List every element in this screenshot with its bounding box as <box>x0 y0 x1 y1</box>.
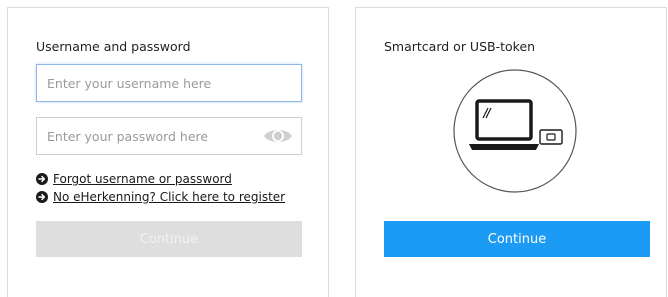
token-panel-title: Smartcard or USB-token <box>384 39 536 54</box>
credentials-panel-title: Username and password <box>36 39 191 54</box>
register-link[interactable]: No eHerkenning? Click here to register <box>53 190 285 204</box>
eye-icon[interactable] <box>263 126 293 146</box>
token-panel: Smartcard or USB-token Continue <box>355 7 667 297</box>
credentials-panel: Username and password Forgot username or… <box>7 7 329 297</box>
continue-button-credentials[interactable]: Continue <box>36 221 302 257</box>
arrow-circle-right-icon <box>36 191 48 203</box>
username-field[interactable] <box>36 64 302 102</box>
continue-button-token[interactable]: Continue <box>384 221 650 257</box>
password-input[interactable] <box>37 118 301 154</box>
laptop-with-smartcard-icon <box>453 69 577 193</box>
arrow-circle-right-icon <box>36 173 48 185</box>
password-field[interactable] <box>36 117 302 155</box>
forgot-credentials-link[interactable]: Forgot username or password <box>53 172 232 186</box>
forgot-credentials-link-row[interactable]: Forgot username or password <box>36 171 232 187</box>
username-input[interactable] <box>37 65 301 101</box>
register-link-row[interactable]: No eHerkenning? Click here to register <box>36 189 285 205</box>
